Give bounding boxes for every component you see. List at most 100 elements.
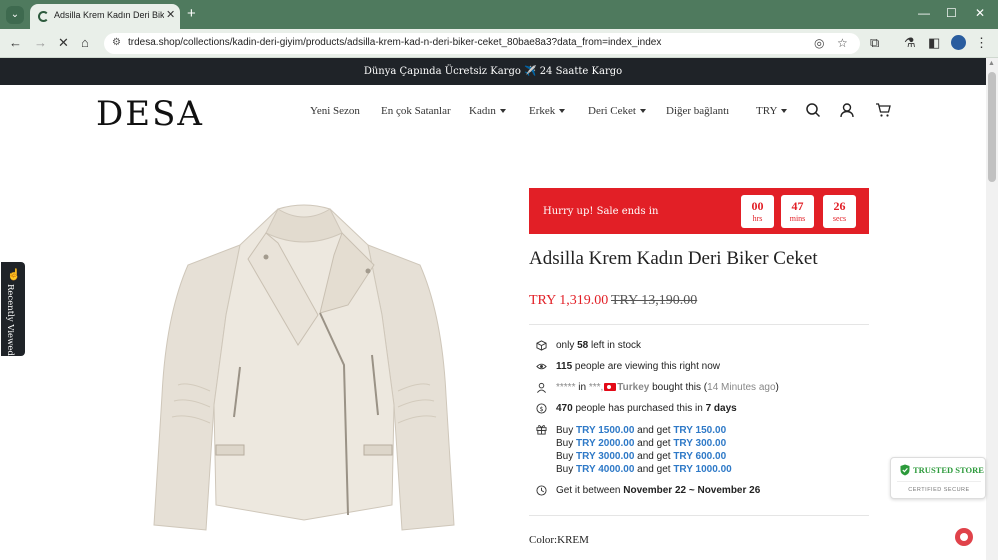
product-title: Adsilla Krem Kadın Deri Biker Ceket — [529, 248, 818, 269]
site-logo[interactable]: DESA — [96, 94, 204, 134]
search-icon[interactable] — [805, 102, 821, 118]
labs-icon[interactable]: ⚗ — [904, 35, 916, 51]
menu-dots-icon[interactable]: ⋮ — [975, 35, 988, 51]
stock-pre: only — [556, 340, 578, 351]
tier-row: Buy TRY 4000.00 and get TRY 1000.00 — [556, 463, 732, 476]
page-scrollbar[interactable]: ▲ — [986, 58, 998, 560]
chevron-down-icon — [559, 109, 566, 114]
stock-post: left in stock — [588, 340, 642, 351]
divider — [897, 481, 981, 482]
tier-get-word: and get — [634, 438, 674, 449]
extensions-icon[interactable]: ⧉ — [870, 35, 879, 51]
tier-row: Buy TRY 3000.00 and get TRY 600.00 — [556, 450, 732, 463]
nav-diger-baglanti[interactable]: Diğer bağlantı — [666, 105, 729, 117]
countdown-secs: 26 secs — [823, 195, 856, 228]
delivery-range: November 22 ~ November 26 — [623, 485, 761, 496]
secs-value: 26 — [833, 199, 846, 213]
hours-value: 00 — [751, 199, 764, 213]
tab-close-icon[interactable]: ✕ — [166, 8, 175, 21]
stock-count: 58 — [577, 340, 589, 351]
chevron-down-icon — [781, 109, 788, 114]
buyer-mask: ***** — [556, 382, 576, 393]
browser-tab-bar: ⌄ Adsilla Krem Kadın Deri Biker C ✕ + — … — [0, 0, 998, 29]
purchased-count: 470 — [556, 403, 573, 414]
color-value: KREM — [557, 534, 589, 546]
bookmark-star-icon[interactable]: ☆ — [837, 36, 848, 50]
viewing-post: people are viewing this right now — [572, 361, 721, 372]
tab-title: Adsilla Krem Kadın Deri Biker C — [54, 10, 164, 20]
recently-viewed-tab[interactable]: ☝ Recently Viewed — [1, 262, 25, 356]
browser-tab[interactable]: Adsilla Krem Kadın Deri Biker C ✕ — [30, 4, 180, 29]
box-icon — [536, 340, 547, 351]
eye-off-icon[interactable]: ◎ — [814, 36, 824, 50]
buyer-close: ) — [775, 382, 779, 393]
tier-get-word: and get — [634, 451, 674, 462]
cart-icon[interactable] — [875, 102, 891, 118]
tier-get: TRY 150.00 — [673, 425, 727, 436]
svg-text:$: $ — [539, 405, 543, 413]
delivery-pre: Get it between — [556, 485, 624, 496]
back-icon[interactable]: ← — [9, 35, 22, 50]
new-tab-icon[interactable]: + — [187, 5, 196, 22]
purchased-days: 7 days — [705, 403, 737, 414]
stop-icon[interactable]: ✕ — [58, 35, 69, 51]
window-close-icon[interactable]: ✕ — [975, 6, 985, 20]
nav-kadin-label: Kadın — [469, 105, 496, 117]
currency-selector[interactable]: TRY — [756, 105, 788, 117]
minimize-icon[interactable]: — — [918, 6, 930, 20]
nav-yeni-sezon[interactable]: Yeni Sezon — [310, 105, 360, 117]
tier-buy-word: Buy — [556, 451, 577, 462]
viewing-count: 115 — [556, 361, 573, 372]
sale-countdown: Hurry up! Sale ends in 00 hrs 47 mins 26… — [529, 188, 869, 234]
url-text: trdesa.shop/collections/kadin-deri-giyim… — [128, 37, 662, 48]
shield-check-icon — [900, 464, 910, 476]
tier-get-word: and get — [634, 464, 674, 475]
countdown-hours: 00 hrs — [741, 195, 774, 228]
chat-widget-icon[interactable] — [955, 528, 973, 546]
mins-label: mins — [789, 214, 806, 223]
buyer-time: 14 Minutes ago — [707, 382, 776, 393]
sale-price: TRY 1,319.00 — [529, 293, 609, 308]
secs-label: secs — [832, 214, 847, 223]
browser-toolbar: ← → ✕ ⌂ ⚙ trdesa.shop/collections/kadin-… — [0, 29, 998, 58]
forward-icon[interactable]: → — [34, 35, 47, 50]
trusted-title: TRUSTED STORE — [913, 465, 984, 475]
profile-avatar[interactable] — [951, 35, 966, 50]
buyer-post: bought this ( — [649, 382, 708, 393]
divider — [529, 515, 869, 516]
trusted-store-badge[interactable]: TRUSTED STORE CERTIFIED SECURE — [890, 457, 986, 499]
scroll-thumb[interactable] — [988, 72, 996, 182]
chevron-down-icon — [639, 109, 646, 114]
tier-buy: TRY 4000.00 — [576, 464, 635, 475]
tab-search-icon[interactable]: ⌄ — [6, 6, 24, 24]
nav-erkek[interactable]: Erkek — [529, 105, 566, 117]
scroll-up-arrow-icon[interactable]: ▲ — [988, 60, 995, 67]
nav-en-cok-satanlar[interactable]: En çok Satanlar — [381, 105, 451, 117]
tier-get: TRY 600.00 — [673, 451, 727, 462]
buyer-in: in — [575, 382, 589, 393]
buyer-city: ***, — [588, 382, 604, 393]
buyer-country: Turkey — [617, 382, 650, 393]
tier-row: Buy TRY 2000.00 and get TRY 300.00 — [556, 437, 732, 450]
color-selector-label: Color:KREM — [529, 534, 589, 546]
discount-tiers: Buy TRY 1500.00 and get TRY 150.00 Buy T… — [556, 424, 732, 476]
nav-deri-ceket[interactable]: Deri Ceket — [588, 105, 646, 117]
home-icon[interactable]: ⌂ — [81, 35, 89, 50]
countdown-mins: 47 mins — [781, 195, 814, 228]
certified-secure-label: CERTIFIED SECURE — [908, 487, 970, 493]
hand-pointer-icon: ☝ — [7, 269, 21, 281]
sidebar-icon[interactable]: ◧ — [928, 35, 940, 51]
purchased-mid: people has purchased this in — [572, 403, 706, 414]
address-bar[interactable]: ⚙ trdesa.shop/collections/kadin-deri-giy… — [104, 33, 860, 54]
account-icon[interactable] — [839, 102, 855, 118]
product-image[interactable] — [148, 195, 460, 560]
announcement-bar: Dünya Çapında Ücretsiz Kargo ✈️ 24 Saatt… — [0, 58, 986, 85]
color-label: Color: — [529, 534, 558, 546]
site-info-icon[interactable]: ⚙ — [112, 37, 121, 48]
tier-row: Buy TRY 1500.00 and get TRY 150.00 — [556, 424, 732, 437]
tier-buy-word: Buy — [556, 464, 577, 475]
maximize-icon[interactable]: ☐ — [946, 6, 957, 20]
original-price: TRY 13,190.00 — [611, 293, 698, 308]
divider — [529, 324, 869, 325]
nav-kadin[interactable]: Kadın — [469, 105, 506, 117]
